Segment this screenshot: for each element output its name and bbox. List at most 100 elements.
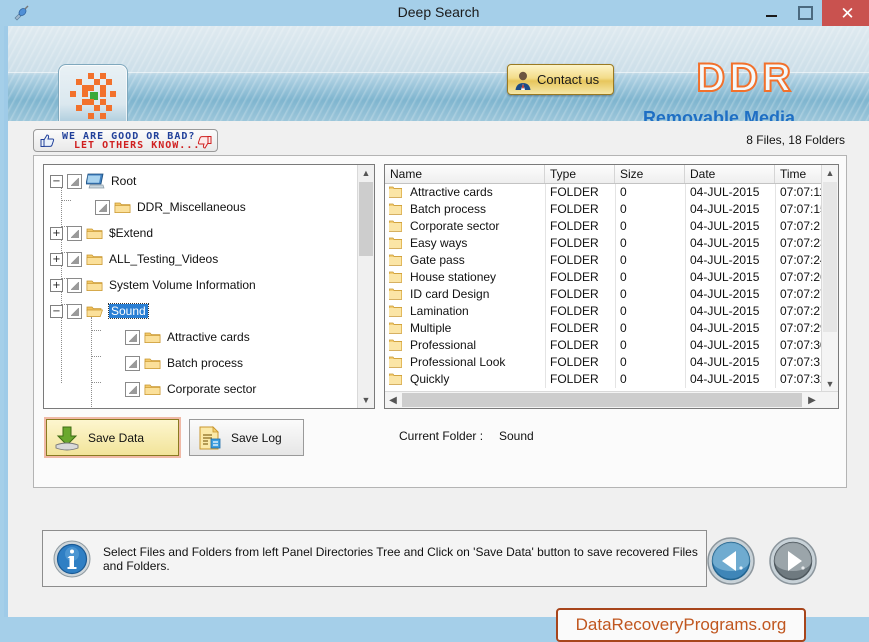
maximize-button[interactable]	[788, 0, 822, 26]
scroll-down-icon[interactable]: ▼	[358, 392, 374, 408]
forward-button[interactable]	[769, 537, 817, 585]
scrollbar-thumb[interactable]	[823, 182, 837, 332]
back-button[interactable]	[707, 537, 755, 585]
list-vertical-scrollbar[interactable]: ▲ ▼	[821, 165, 838, 392]
tree-checkbox[interactable]	[95, 199, 110, 215]
cell-type: FOLDER	[550, 304, 599, 318]
scrollbar-thumb[interactable]	[402, 393, 802, 407]
collapse-icon[interactable]: −	[50, 174, 63, 188]
tree-checkbox[interactable]	[67, 173, 82, 189]
scroll-left-icon[interactable]: ◀	[385, 392, 401, 408]
tree-connector	[91, 356, 101, 357]
brand-logo: DDR	[695, 55, 795, 101]
info-icon	[53, 540, 91, 578]
cell-size: 0	[620, 372, 627, 386]
window-title: Deep Search	[397, 4, 480, 20]
cell-date: 04-JUL-2015	[690, 236, 760, 250]
table-row[interactable]: Attractive cards FOLDER 0 04-JUL-2015 07…	[385, 184, 822, 201]
cell-size: 0	[620, 338, 627, 352]
tree-checkbox[interactable]	[125, 381, 140, 397]
folder-icon	[388, 203, 403, 215]
table-row[interactable]: Gate pass FOLDER 0 04-JUL-2015 07:07:24	[385, 252, 822, 269]
tree-checkbox[interactable]	[67, 303, 82, 319]
table-row[interactable]: Batch process FOLDER 0 04-JUL-2015 07:07…	[385, 201, 822, 218]
tree-node-batch-process[interactable]: Batch process	[110, 350, 243, 376]
tree-node-attractive-cards[interactable]: Attractive cards	[110, 324, 250, 350]
cell-name: Professional	[410, 338, 477, 352]
tree-node-extend[interactable]: + $Extend	[50, 220, 153, 246]
column-header-type[interactable]: Type	[545, 165, 615, 183]
feedback-banner[interactable]: WE ARE GOOD OR BAD? LET OTHERS KNOW...	[33, 129, 218, 152]
main-content: WE ARE GOOD OR BAD? LET OTHERS KNOW... 8…	[8, 121, 869, 617]
list-horizontal-scrollbar[interactable]: ◀ ▶	[385, 391, 838, 408]
tree-node-corporate-sector[interactable]: Corporate sector	[110, 376, 256, 402]
scroll-right-icon[interactable]: ▶	[804, 392, 820, 408]
tree-node-root[interactable]: − Root	[50, 168, 136, 194]
tree-node-label: Sound	[108, 303, 149, 319]
cell-date: 04-JUL-2015	[690, 304, 760, 318]
expand-icon[interactable]: +	[50, 226, 63, 240]
expand-icon[interactable]: +	[50, 252, 63, 266]
website-url-badge[interactable]: DataRecoveryPrograms.org	[556, 608, 806, 642]
column-header-size[interactable]: Size	[615, 165, 685, 183]
column-header-date[interactable]: Date	[685, 165, 775, 183]
tree-node-system-volume-information[interactable]: + System Volume Information	[50, 272, 256, 298]
scroll-up-icon[interactable]: ▲	[822, 165, 838, 181]
tree-checkbox[interactable]	[67, 225, 82, 241]
tree-checkbox[interactable]	[67, 251, 82, 267]
table-row[interactable]: Professional Look FOLDER 0 04-JUL-2015 0…	[385, 354, 822, 371]
cell-time: 07:07:31	[780, 355, 822, 369]
scrollbar-thumb[interactable]	[359, 182, 373, 256]
contact-us-button[interactable]: Contact us	[507, 64, 614, 95]
expand-icon[interactable]: +	[50, 278, 63, 292]
tree-node-all-testing-videos[interactable]: + ALL_Testing_Videos	[50, 246, 218, 272]
file-list[interactable]: Name Type Size Date Time Attractive card…	[384, 164, 839, 409]
table-row[interactable]: Professional FOLDER 0 04-JUL-2015 07:07:…	[385, 337, 822, 354]
expander-placeholder	[110, 358, 121, 369]
table-row[interactable]: Multiple FOLDER 0 04-JUL-2015 07:07:29	[385, 320, 822, 337]
cell-size: 0	[620, 219, 627, 233]
column-header-name[interactable]: Name	[385, 165, 545, 183]
thumbs-down-icon	[197, 135, 212, 149]
cell-name: Batch process	[410, 202, 487, 216]
tree-vertical-scrollbar[interactable]: ▲ ▼	[357, 165, 374, 408]
scroll-down-icon[interactable]: ▼	[822, 376, 838, 392]
tree-node-label: Attractive cards	[167, 330, 250, 344]
table-row[interactable]: House stationey FOLDER 0 04-JUL-2015 07:…	[385, 269, 822, 286]
cell-time: 07:07:23	[780, 236, 822, 250]
title-bar: Deep Search ✕	[4, 0, 869, 26]
table-row[interactable]: Easy ways FOLDER 0 04-JUL-2015 07:07:23	[385, 235, 822, 252]
table-row[interactable]: ID card Design FOLDER 0 04-JUL-2015 07:0…	[385, 286, 822, 303]
table-row[interactable]: Corporate sector FOLDER 0 04-JUL-2015 07…	[385, 218, 822, 235]
tree-node-ddr-miscellaneous[interactable]: DDR_Miscellaneous	[80, 194, 246, 220]
thumbs-up-icon	[40, 134, 55, 148]
feedback-line-2: LET OTHERS KNOW...	[74, 140, 201, 151]
save-log-button[interactable]: Save Log	[189, 419, 304, 456]
scroll-up-icon[interactable]: ▲	[358, 165, 374, 181]
close-button[interactable]: ✕	[822, 0, 869, 26]
minimize-button[interactable]	[754, 0, 788, 26]
cell-date: 04-JUL-2015	[690, 287, 760, 301]
save-data-button[interactable]: Save Data	[44, 417, 181, 458]
collapse-icon[interactable]: −	[50, 304, 63, 318]
tree-checkbox[interactable]	[125, 355, 140, 371]
cell-size: 0	[620, 304, 627, 318]
cell-time: 07:07:11	[780, 185, 822, 199]
save-data-label: Save Data	[88, 430, 145, 445]
tree-checkbox[interactable]	[125, 329, 140, 345]
column-header-time[interactable]: Time	[775, 165, 822, 183]
cell-time: 07:07:26	[780, 270, 822, 284]
folder-icon	[388, 254, 403, 266]
table-row[interactable]: Lamination FOLDER 0 04-JUL-2015 07:07:27	[385, 303, 822, 320]
cell-date: 04-JUL-2015	[690, 219, 760, 233]
tree-checkbox[interactable]	[67, 277, 82, 293]
directory-tree[interactable]: − Root DDR_Miscellaneous + $Extend + ALL…	[43, 164, 375, 409]
tree-connector	[91, 382, 101, 383]
cell-name: Corporate sector	[410, 219, 500, 233]
cell-date: 04-JUL-2015	[690, 270, 760, 284]
tree-connector	[61, 200, 71, 201]
tree-node-sound[interactable]: − Sound	[50, 298, 149, 324]
files-folders-count: 8 Files, 18 Folders	[746, 133, 845, 147]
table-row[interactable]: Quickly FOLDER 0 04-JUL-2015 07:07:32	[385, 371, 822, 388]
monitor-icon	[85, 173, 105, 189]
